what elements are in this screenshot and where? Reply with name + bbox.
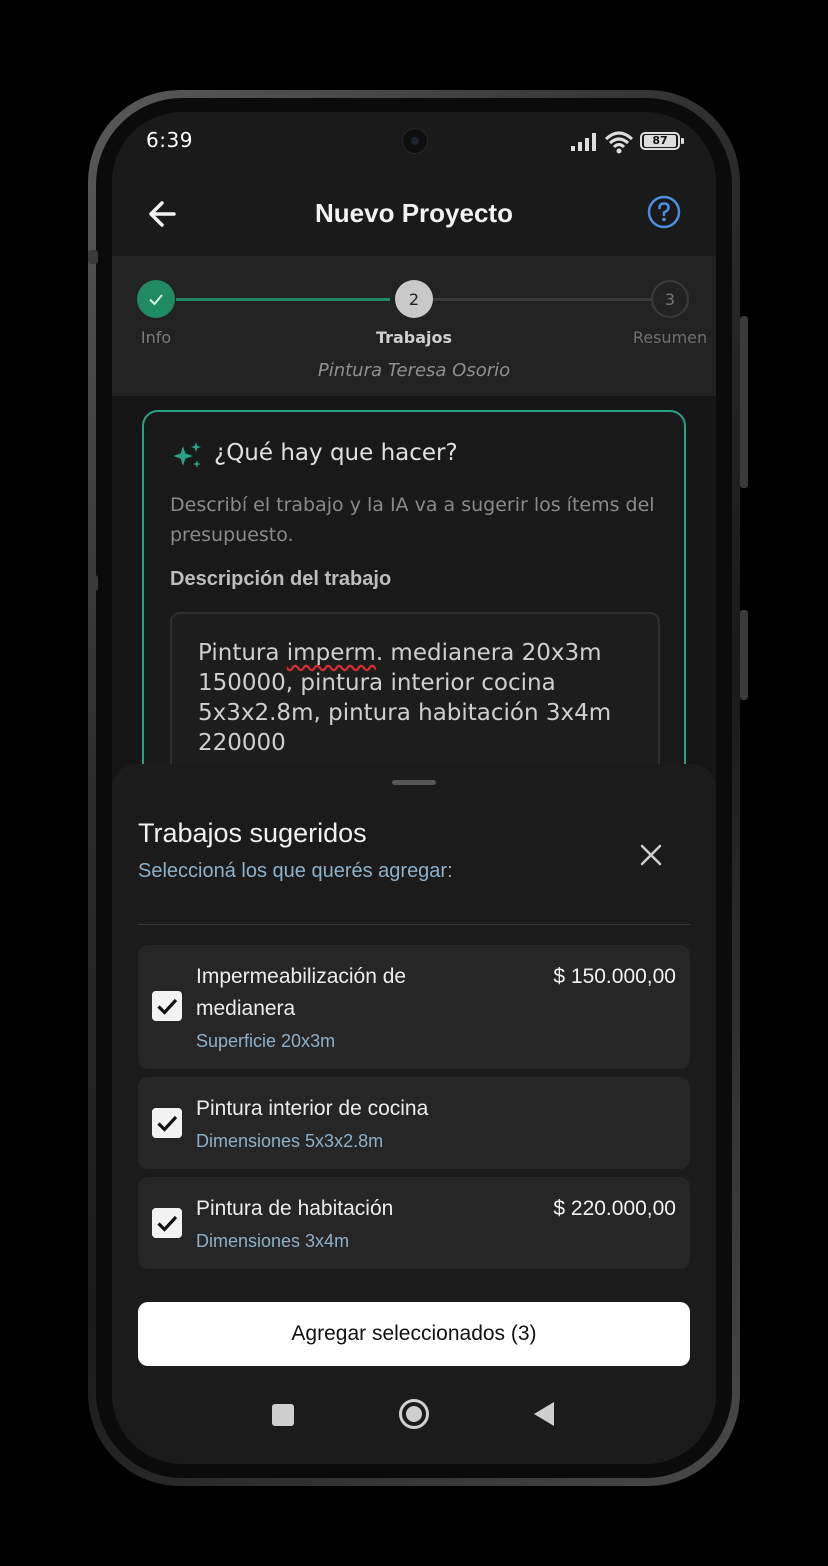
- page-title: Nuevo Proyecto: [315, 198, 513, 228]
- step-label-trabajos: Trabajos: [375, 328, 453, 347]
- sheet-title: Trabajos sugeridos: [138, 818, 367, 848]
- step-3-number: 3: [664, 289, 676, 309]
- item-detail: Dimensiones 5x3x2.8m: [196, 1131, 384, 1151]
- back-triangle-icon[interactable]: [532, 1400, 556, 1428]
- home-circle-icon[interactable]: [398, 1398, 430, 1430]
- left-button-2: [88, 575, 98, 591]
- project-name: Pintura Teresa Osorio: [317, 360, 511, 381]
- check-icon: [149, 294, 163, 306]
- wifi-icon: [604, 131, 634, 154]
- ai-card-title: ¿Qué hay que hacer?: [214, 440, 458, 466]
- checkbox-checked-icon[interactable]: [152, 1208, 182, 1238]
- item-detail: Dimensiones 3x4m: [196, 1231, 350, 1251]
- help-circle-icon[interactable]: [646, 194, 682, 230]
- sheet-subtitle: Seleccioná los que querés agregar:: [138, 860, 453, 882]
- screen: 6:39 87 Nuevo Proyecto 2 3 Info Trabajos…: [112, 112, 716, 1464]
- step-2-number: 2: [408, 289, 420, 309]
- checkbox-checked-icon[interactable]: [152, 991, 182, 1021]
- front-camera: [402, 128, 428, 154]
- item-name: Impermeabilización de medianera: [196, 965, 407, 1020]
- misspelled-word: imperm: [286, 640, 376, 666]
- recents-square-icon[interactable]: [272, 1404, 294, 1426]
- step-label-info: Info: [140, 328, 172, 347]
- step-label-resumen: Resumen: [632, 328, 708, 347]
- checkbox-checked-icon[interactable]: [152, 1108, 182, 1138]
- add-selected-button[interactable]: Agregar seleccionados (3): [138, 1302, 690, 1366]
- step-1-done[interactable]: [137, 280, 175, 318]
- item-price: $ 150.000,00: [553, 965, 676, 988]
- power-button: [740, 610, 748, 700]
- app-bar: Nuevo Proyecto: [112, 172, 716, 256]
- system-nav-bar: [112, 1382, 716, 1464]
- stepper: 2 3 Info Trabajos Resumen Pintura Teresa…: [112, 256, 716, 396]
- suggested-item[interactable]: Impermeabilización de medianera Superfic…: [138, 945, 690, 1069]
- signal-icon: [571, 133, 596, 151]
- sheet-divider: [138, 924, 690, 925]
- sparkles-icon: [173, 442, 201, 468]
- suggested-item[interactable]: Pintura de habitación Dimensiones 3x4m $…: [138, 1177, 690, 1269]
- status-time: 6:39: [146, 128, 193, 152]
- ai-card-description: Describí el trabajo y la IA va a sugerir…: [170, 494, 655, 546]
- step-3-pending[interactable]: 3: [651, 280, 689, 318]
- battery-level: 87: [644, 135, 676, 147]
- battery-icon: 87: [640, 132, 684, 150]
- suggested-item[interactable]: Pintura interior de cocina Dimensiones 5…: [138, 1077, 690, 1169]
- item-price: $ 220.000,00: [553, 1197, 676, 1220]
- description-text[interactable]: Pintura imperm. medianera 20x3m 150000, …: [198, 638, 638, 758]
- sheet-drag-handle[interactable]: [392, 780, 436, 785]
- step-line-pending: [432, 298, 652, 301]
- volume-button: [740, 316, 748, 488]
- item-detail: Superficie 20x3m: [196, 1031, 336, 1051]
- step-line-done: [176, 298, 390, 301]
- item-name: Pintura interior de cocina: [196, 1097, 429, 1120]
- status-bar: 6:39 87: [112, 112, 716, 172]
- description-text-start: Pintura: [198, 640, 287, 666]
- description-field-label: Descripción del trabajo: [170, 568, 392, 590]
- suggested-jobs-sheet: Trabajos sugeridos Seleccioná los que qu…: [112, 764, 716, 1464]
- close-icon[interactable]: [636, 840, 666, 870]
- item-name: Pintura de habitación: [196, 1197, 394, 1220]
- step-2-current[interactable]: 2: [395, 280, 433, 318]
- left-button: [88, 250, 98, 264]
